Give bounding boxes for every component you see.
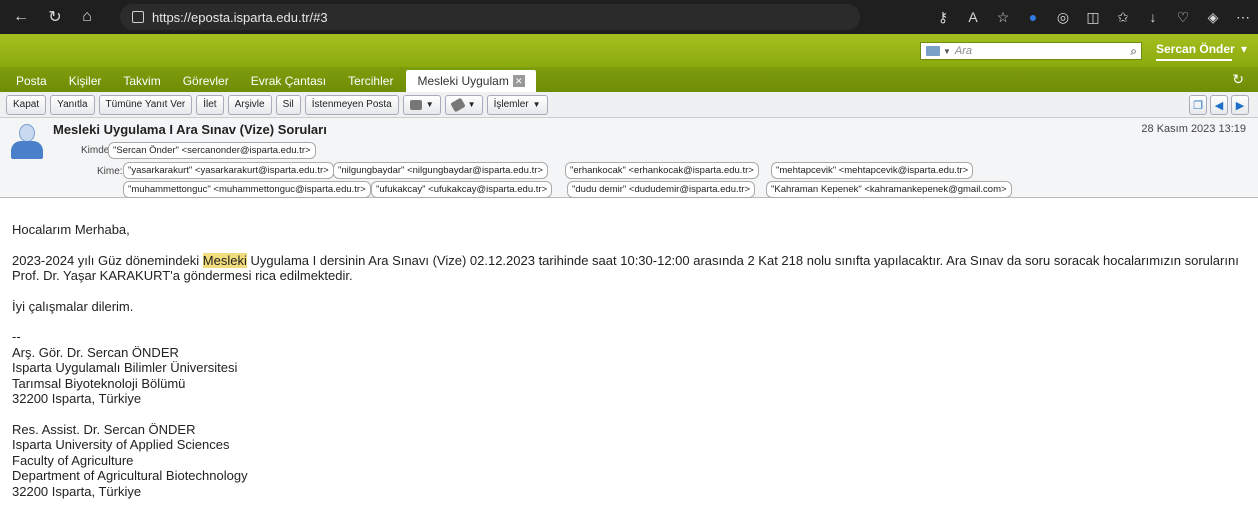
shield-icon[interactable]: ◈ xyxy=(1198,4,1228,30)
para-text: 2023-2024 yılı Güz dönemindeki xyxy=(12,252,203,268)
tab-evrak-cantasi[interactable]: Evrak Çantası xyxy=(240,70,337,92)
actions-button[interactable]: İşlemler ▼ xyxy=(486,94,548,115)
tab-bar: Posta Kişiler Takvim Görevler Evrak Çant… xyxy=(0,67,1258,92)
previous-message-button[interactable]: ◀ xyxy=(1210,95,1228,115)
more-icon[interactable]: ⋯ xyxy=(1228,4,1258,30)
lock-icon xyxy=(132,11,144,23)
tab-label: Mesleki Uygulam xyxy=(417,74,509,88)
arrow-right-icon: ▶ xyxy=(1235,99,1245,112)
search-icon[interactable]: ⌕ xyxy=(1130,44,1137,59)
address-bar[interactable]: https://eposta.isparta.edu.tr/#3 xyxy=(120,4,860,30)
favorites-icon[interactable]: ✩ xyxy=(1108,4,1138,30)
recipient-chip[interactable]: "yasarkarakurt" <yasarkarakurt@isparta.e… xyxy=(123,162,334,179)
refresh-icon[interactable]: ↻ xyxy=(1232,71,1244,88)
arrow-left-icon: ◀ xyxy=(1214,99,1224,112)
reload-icon[interactable]: ↻ xyxy=(42,4,68,30)
chevron-down-icon: ▼ xyxy=(467,100,476,109)
delete-button[interactable]: Sil xyxy=(275,94,301,115)
recipient-chip[interactable]: "nilgungbaydar" <nilgungbaydar@isparta.e… xyxy=(333,162,548,179)
greeting: Hocalarım Merhaba, xyxy=(12,222,130,237)
message-header: Mesleki Uygulama I Ara Sınav (Vize) Soru… xyxy=(0,118,1258,198)
avatar-head xyxy=(19,124,35,142)
tab-tercihler[interactable]: Tercihler xyxy=(337,70,404,92)
signature-line: Department of Agricultural Biotechnology xyxy=(12,468,248,483)
print-icon xyxy=(409,99,422,110)
home-icon[interactable]: ⌂ xyxy=(74,4,100,30)
avatar xyxy=(9,123,45,159)
reply-button[interactable]: Yanıtla xyxy=(50,94,95,115)
extension-icon[interactable]: ● xyxy=(1018,4,1048,30)
downloads-icon[interactable]: ↓ xyxy=(1138,4,1168,30)
search-input[interactable]: Ara xyxy=(955,45,972,57)
message-toolbar: Kapat Yanıtla Tümüne Yanıt Ver İlet Arşi… xyxy=(0,92,1258,118)
reply-all-button[interactable]: Tümüne Yanıt Ver xyxy=(98,94,193,115)
tab-mesleki-uygulama[interactable]: Mesleki Uygulam ✕ xyxy=(406,70,536,92)
actions-label: İşlemler xyxy=(493,99,529,110)
browser-toolbar: ← ↻ ⌂ https://eposta.isparta.edu.tr/#3 ⚷… xyxy=(0,0,1258,34)
recipient-chip[interactable]: "ufukakcay" <ufukakcay@isparta.edu.tr> xyxy=(371,181,553,198)
browser-essentials-icon[interactable]: ♡ xyxy=(1168,4,1198,30)
url-text: https://eposta.isparta.edu.tr/#3 xyxy=(152,9,328,25)
main-paragraph: 2023-2024 yılı Güz dönemindeki Mesleki U… xyxy=(12,252,1248,284)
tab-takvim[interactable]: Takvim xyxy=(112,70,171,92)
tab-gorevler[interactable]: Görevler xyxy=(172,70,240,92)
highlighted-word: Mesleki xyxy=(202,252,247,268)
signature-line: 32200 Isparta, Türkiye xyxy=(12,483,142,499)
recipient-chip[interactable]: "muhammettonguc" <muhammettonguc@isparta… xyxy=(123,181,371,198)
print-button[interactable]: ▼ xyxy=(402,94,441,115)
signature-line: Isparta University of Applied Sciences xyxy=(12,437,230,452)
signature-line: Faculty of Agriculture xyxy=(12,452,134,468)
message-subject: Mesleki Uygulama I Ara Sınav (Vize) Soru… xyxy=(53,122,327,137)
tag-button[interactable]: ▼ xyxy=(444,94,483,115)
recipient-chip[interactable]: "dudu demir" <dududemir@isparta.edu.tr> xyxy=(567,181,755,198)
tag-icon xyxy=(449,97,466,112)
forward-button[interactable]: İlet xyxy=(196,94,224,115)
back-arrow-icon[interactable]: ← xyxy=(8,4,34,30)
message-body: Hocalarım Merhaba, 2023-2024 yılı Güz dö… xyxy=(12,222,1248,499)
signature-line: 32200 Isparta, Türkiye xyxy=(12,391,142,406)
user-menu[interactable]: Sercan Önder ▾ xyxy=(1156,42,1248,61)
recipient-chip[interactable]: "erhankocak" <erhankocak@isparta.edu.tr> xyxy=(565,162,759,179)
chevron-down-icon: ▼ xyxy=(532,100,541,109)
user-caret: ▾ xyxy=(1241,42,1248,56)
signature-separator: -- xyxy=(12,329,21,344)
split-screen-icon[interactable]: ◫ xyxy=(1078,4,1108,30)
close-icon[interactable]: ✕ xyxy=(512,75,525,87)
user-name: Sercan Önder xyxy=(1156,42,1235,56)
archive-button[interactable]: Arşivle xyxy=(227,94,272,115)
new-window-icon: ❐ xyxy=(1193,99,1203,112)
to-label: Kime: xyxy=(97,166,123,177)
read-aloud-icon[interactable]: A xyxy=(958,4,988,30)
signature-line: Isparta Uygulamalı Bilimler Üniversitesi xyxy=(12,360,238,375)
recipient-chip[interactable]: "Kahraman Kepenek" <kahramankepenek@gmai… xyxy=(766,181,1012,198)
signature-line: Res. Assist. Dr. Sercan ÖNDER xyxy=(12,421,196,437)
close-button[interactable]: Kapat xyxy=(6,94,47,115)
next-message-button[interactable]: ▶ xyxy=(1231,95,1249,115)
avatar-body xyxy=(11,141,43,159)
recipient-chip[interactable]: "mehtapcevik" <mehtapcevik@isparta.edu.t… xyxy=(771,162,974,179)
tab-posta[interactable]: Posta xyxy=(5,70,58,92)
message-date: 28 Kasım 2023 13:19 xyxy=(1141,123,1246,135)
search-box[interactable]: ▼ Ara ⌕ xyxy=(920,42,1142,60)
app-header: ▼ Ara ⌕ Sercan Önder ▾ xyxy=(0,34,1258,67)
spam-button[interactable]: İstenmeyen Posta xyxy=(304,94,399,115)
sender-chip[interactable]: "Sercan Önder" <sercanonder@isparta.edu.… xyxy=(108,142,316,159)
new-window-button[interactable]: ❐ xyxy=(1189,95,1207,115)
star-icon[interactable]: ☆ xyxy=(988,4,1018,30)
user-underline xyxy=(1156,59,1232,61)
chevron-down-icon[interactable]: ▼ xyxy=(943,47,951,56)
key-icon[interactable]: ⚷ xyxy=(928,4,958,30)
copilot-icon[interactable]: ◎ xyxy=(1048,4,1078,30)
signature-line: Arş. Gör. Dr. Sercan ÖNDER xyxy=(12,344,179,360)
chevron-down-icon: ▼ xyxy=(425,100,434,109)
tab-kisiler[interactable]: Kişiler xyxy=(58,70,113,92)
closing: İyi çalışmalar dilerim. xyxy=(12,298,134,314)
signature-line: Tarımsal Biyoteknoloji Bölümü xyxy=(12,375,186,391)
mail-icon xyxy=(926,46,940,56)
